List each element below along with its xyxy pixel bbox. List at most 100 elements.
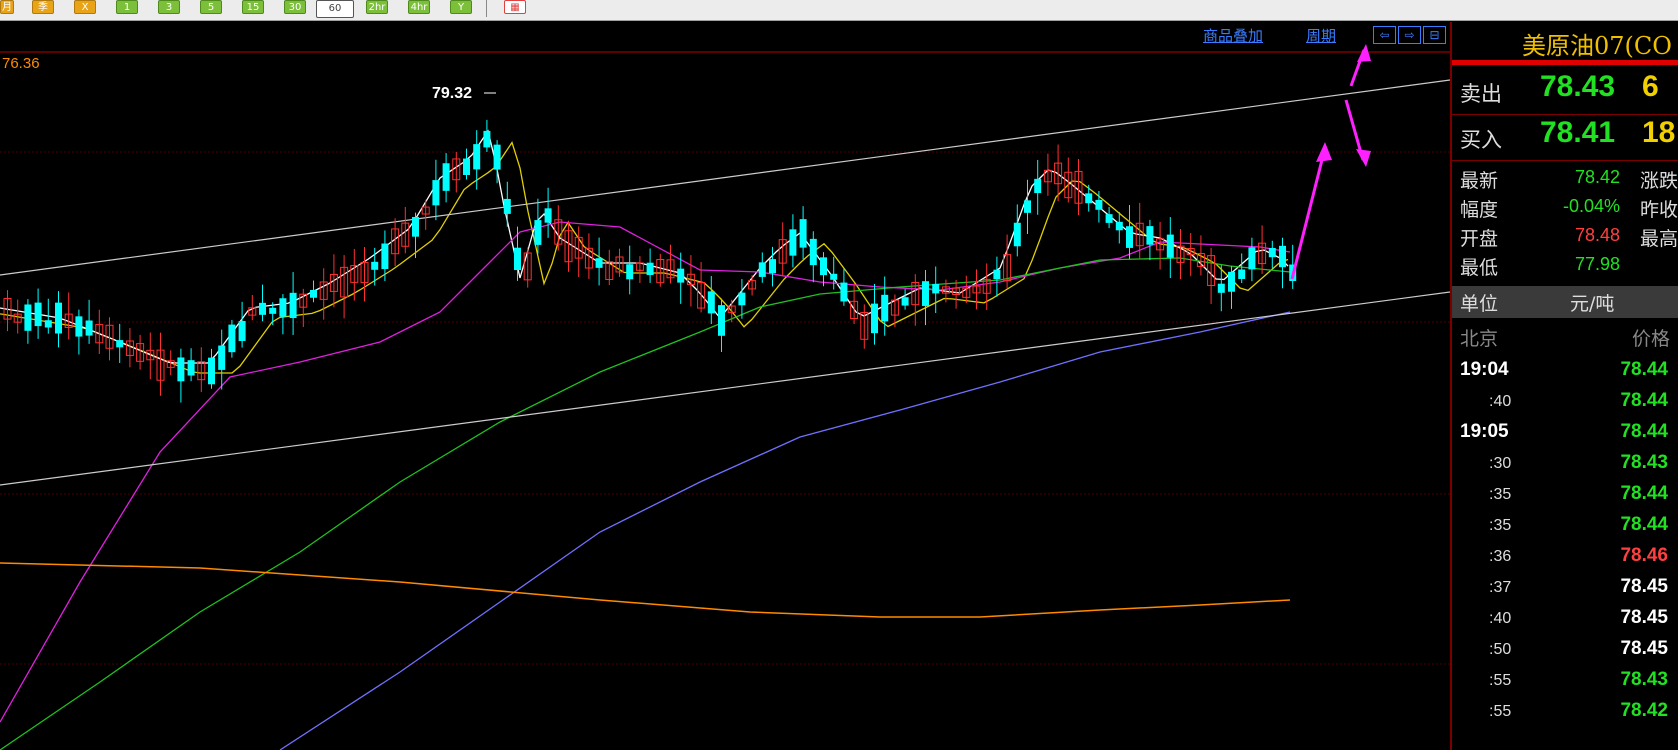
tick-time: :50 (1489, 641, 1512, 658)
stat-label: 幅度 (1460, 199, 1499, 221)
period-button-4hr[interactable]: 4hr (408, 0, 430, 14)
tick-row: :50 78.45 (1452, 635, 1678, 665)
tick-price: 78.45 (1620, 607, 1668, 628)
ma-green-line (0, 257, 1291, 750)
candle-body (1126, 226, 1133, 248)
arrow-annotations (1290, 44, 1371, 280)
unit-label: 单位 (1460, 293, 1499, 315)
bid-label: 买入 (1460, 128, 1502, 152)
candle-body (1248, 247, 1256, 270)
quote-divider (1452, 114, 1678, 115)
candle-body (269, 307, 277, 314)
arrow-left-icon[interactable]: ⇦ (1373, 26, 1396, 44)
candle-body (809, 238, 817, 266)
arrow-right-icon[interactable]: ⇨ (1398, 26, 1421, 44)
candle-body (1105, 214, 1113, 223)
candle-body (116, 340, 124, 348)
candlestick-chart[interactable]: 76.36 79.32 (0, 22, 1450, 750)
stat-label: 最低 (1460, 257, 1499, 279)
tick-price: 78.44 (1620, 483, 1668, 504)
period-button-60[interactable]: 60 (316, 0, 354, 18)
candle-body (177, 357, 185, 382)
candle-body (1228, 271, 1235, 292)
tick-time: :37 (1489, 579, 1512, 596)
tick-time: 19:05 (1460, 421, 1509, 442)
candle-body (1217, 283, 1225, 293)
stat-label: 开盘 (1460, 228, 1499, 250)
candle-body (381, 243, 389, 270)
candle-body (279, 298, 287, 317)
stat-value: 77.98 (1574, 254, 1620, 274)
candle-body (228, 324, 236, 353)
period-button-3[interactable]: 3 (158, 0, 180, 14)
ma-white-line (0, 129, 1289, 364)
bid-price: 78.41 (1540, 116, 1616, 149)
period-button-30[interactable]: 30 (284, 0, 306, 14)
period-button-5[interactable]: 5 (200, 0, 222, 14)
candle-body (544, 208, 552, 223)
candle-body (514, 247, 521, 271)
stat-label: 最新 (1460, 170, 1499, 192)
quote-panel: 美原油07(CO 卖出 78.43 6 买入 78.41 18 最新 78.42… (1450, 22, 1678, 750)
tick-time: :40 (1489, 610, 1512, 627)
layout-icon[interactable]: ⊟ (1423, 26, 1446, 44)
candle-body (44, 320, 52, 328)
candle-body (718, 305, 725, 336)
tick-time: :30 (1489, 455, 1512, 472)
candle-body (789, 229, 797, 256)
tick-time: :35 (1489, 486, 1512, 503)
period-button-1[interactable]: 1 (116, 0, 138, 14)
tick-row: :55 78.42 (1452, 697, 1678, 727)
unit-value: 元/吨 (1570, 293, 1615, 315)
tick-time: :40 (1489, 393, 1512, 410)
tick-time: :55 (1489, 703, 1512, 720)
tick-price: 78.46 (1620, 545, 1668, 566)
tick-time: 19:04 (1460, 359, 1509, 380)
bid-volume: 18 (1642, 116, 1676, 149)
period-button-month[interactable]: 月 (0, 0, 14, 14)
calendar-button[interactable]: ▦ (504, 0, 526, 14)
period-button-quarter[interactable]: 季 (32, 0, 54, 14)
candle-body (208, 357, 215, 385)
candle-body (483, 130, 491, 148)
candle-body (758, 262, 766, 277)
period-button-15[interactable]: 15 (242, 0, 264, 14)
candle-body (993, 269, 1001, 280)
candle-body (85, 320, 93, 336)
candle-body (769, 259, 776, 274)
candle-body (75, 316, 83, 337)
candle-body (1146, 226, 1154, 245)
candle-body (289, 292, 297, 319)
candle-body (503, 198, 511, 214)
candle-body (820, 257, 827, 276)
candle-body (259, 302, 266, 315)
tick-price: 78.44 (1620, 421, 1668, 442)
tick-price: 78.43 (1620, 669, 1668, 690)
tick-row: 19:05 78.44 (1452, 418, 1678, 448)
ma-yellow-line (0, 141, 1289, 374)
tick-price: 78.44 (1620, 390, 1668, 411)
period-button-y[interactable]: Y (450, 0, 472, 14)
toolbar-divider (486, 0, 487, 17)
tick-row: :35 78.44 (1452, 480, 1678, 510)
candle-body (55, 302, 62, 334)
grid-lines (0, 51, 1450, 665)
candle-body (238, 320, 246, 341)
tick-time: :55 (1489, 672, 1512, 689)
stat-label-2: 最高 (1640, 228, 1678, 250)
candle-body (840, 282, 848, 302)
ask-price: 78.43 (1540, 70, 1616, 103)
ask-label: 卖出 (1460, 82, 1502, 106)
ma-blue-line (279, 311, 1291, 750)
candle-body (463, 158, 470, 175)
overlay-link[interactable]: 商品叠加 (1203, 25, 1263, 46)
period-link[interactable]: 周期 (1306, 25, 1336, 46)
unit-row: 单位 元/吨 (1452, 286, 1678, 318)
candle-body (1268, 247, 1276, 258)
candle-body (738, 292, 746, 306)
candle-body (1013, 222, 1021, 247)
period-button-2hr[interactable]: 2hr (366, 0, 388, 14)
period-button-x[interactable]: Χ (74, 0, 96, 14)
tick-price: 78.44 (1620, 359, 1668, 380)
candle-body (1238, 269, 1246, 279)
